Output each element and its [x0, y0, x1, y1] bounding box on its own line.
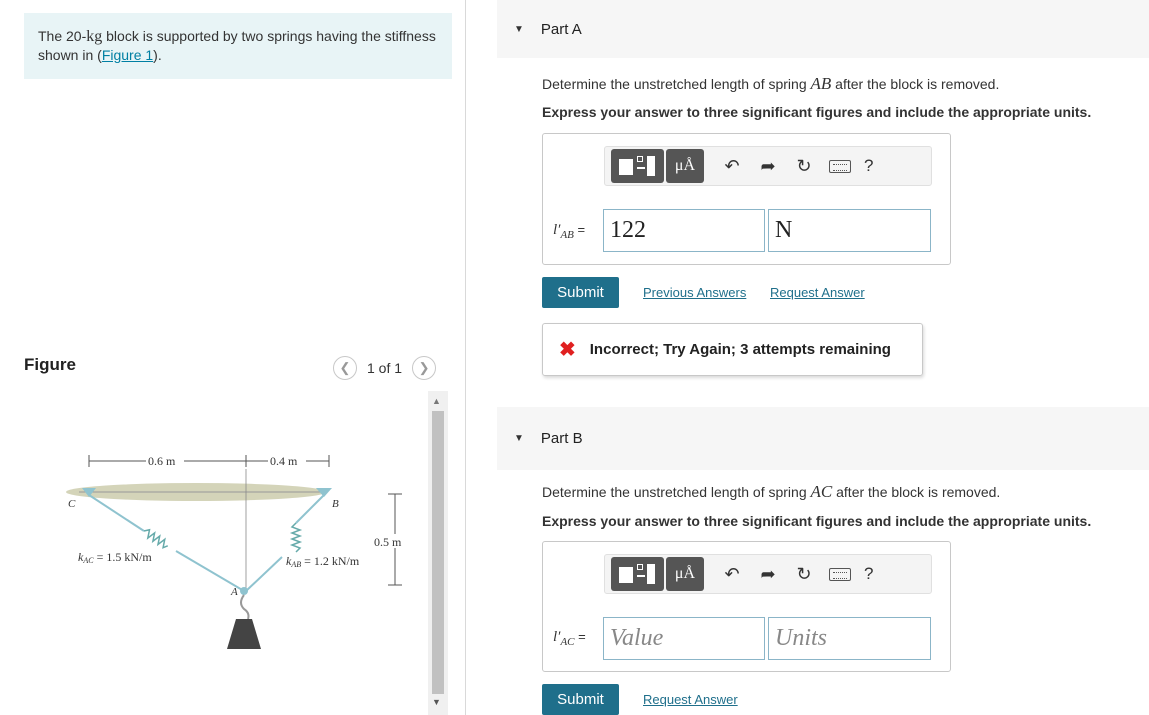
previous-answers-link[interactable]: Previous Answers [643, 285, 746, 300]
keyboard-icon[interactable] [829, 159, 851, 173]
feedback-message: ✖ Incorrect; Try Again; 3 attempts remai… [542, 323, 923, 376]
panel-divider [465, 0, 466, 715]
dim-right-label: 0.4 m [270, 454, 298, 468]
point-c-label: C [68, 498, 76, 510]
part-b-units-input[interactable]: Units [768, 617, 931, 660]
help-icon[interactable]: ? [864, 156, 873, 176]
math-toolbar-b: μÅ ↶ ➦ ↻ ? [604, 554, 932, 594]
part-b-title: Part B [540, 430, 583, 447]
part-a-answer-box: μÅ ↶ ➦ ↻ ? l′AB = 122 N [542, 133, 951, 265]
problem-statement: The 20-kg block is supported by two spri… [24, 13, 452, 79]
undo-icon[interactable]: ↶ [714, 564, 750, 585]
point-a-label: A [230, 586, 238, 598]
part-a-instruction: Express your answer to three significant… [542, 104, 1092, 120]
units-symbol-button[interactable]: μÅ [666, 557, 704, 591]
templates-icon[interactable] [611, 149, 664, 183]
figure-heading: Figure [24, 355, 76, 374]
question-var-b: AC [810, 482, 833, 501]
figure-pager: ❮ 1 of 1 ❯ [333, 356, 437, 380]
part-b-instruction: Express your answer to three significant… [542, 513, 1092, 529]
collapse-triangle-icon-b[interactable]: ▼ [514, 433, 524, 444]
k-ab-label: kAB = 1.2 kN/m [286, 554, 360, 569]
chevron-right-icon[interactable]: ❯ [412, 356, 437, 380]
part-b-question: Determine the unstretched length of spri… [542, 482, 1000, 502]
math-toolbar: μÅ ↶ ➦ ↻ ? [604, 146, 932, 186]
part-b-value-input[interactable]: Value [603, 617, 765, 660]
part-b-variable-label: l′AC = [553, 629, 586, 648]
problem-text-close: ). [153, 47, 162, 63]
question-text: Determine the unstretched length of spri… [542, 76, 811, 92]
dim-left-label: 0.6 m [148, 454, 176, 468]
figure-link[interactable]: Figure 1 [102, 47, 153, 63]
part-a-header[interactable]: ▼ Part A [497, 0, 1149, 58]
undo-icon[interactable]: ↶ [714, 156, 750, 177]
dim-height-label: 0.5 m [374, 535, 402, 549]
chevron-left-icon[interactable]: ❮ [333, 356, 357, 380]
keyboard-icon[interactable] [829, 567, 851, 581]
part-a-question: Determine the unstretched length of spri… [542, 74, 999, 94]
help-icon[interactable]: ? [864, 564, 873, 584]
collapse-triangle-icon[interactable]: ▼ [514, 24, 524, 35]
part-a-units-input[interactable]: N [768, 209, 931, 252]
problem-text: The 20- [38, 28, 87, 44]
point-b-label: B [332, 498, 339, 510]
reset-icon[interactable]: ↻ [786, 156, 822, 177]
redo-icon[interactable]: ➦ [750, 156, 786, 177]
question-text-end: after the block is removed. [831, 76, 1000, 92]
templates-icon[interactable] [611, 557, 664, 591]
scrollbar-thumb[interactable] [432, 411, 444, 694]
part-b-submit-button[interactable]: Submit [542, 684, 619, 715]
figure-image: 0.6 m 0.4 m 0.5 m C B A kAC = 1.5 kN/m k… [24, 391, 452, 715]
mass-unit: kg [86, 28, 103, 45]
part-a-request-answer-link[interactable]: Request Answer [770, 285, 865, 300]
part-b-request-answer-link[interactable]: Request Answer [643, 692, 738, 707]
question-text-end-b: after the block is removed. [832, 484, 1001, 500]
scroll-down-icon[interactable]: ▼ [432, 697, 441, 707]
error-x-icon: ✖ [559, 339, 576, 361]
redo-icon[interactable]: ➦ [750, 564, 786, 585]
scroll-up-icon[interactable]: ▲ [432, 396, 441, 406]
spring-diagram: 0.6 m 0.4 m 0.5 m C B A kAC = 1.5 kN/m k… [66, 453, 408, 649]
k-ac-label: kAC = 1.5 kN/m [78, 550, 152, 565]
pager-text: 1 of 1 [367, 360, 403, 376]
part-a-value-input[interactable]: 122 [603, 209, 765, 252]
part-a-submit-button[interactable]: Submit [542, 277, 619, 308]
question-text-b: Determine the unstretched length of spri… [542, 484, 811, 500]
reset-icon[interactable]: ↻ [786, 564, 822, 585]
part-a-variable-label: l′AB = [553, 222, 586, 241]
units-symbol-button[interactable]: μÅ [666, 149, 704, 183]
part-b-header[interactable]: ▼ Part B [497, 407, 1149, 470]
feedback-text: Incorrect; Try Again; 3 attempts remaini… [589, 341, 891, 358]
part-a-title: Part A [540, 20, 582, 38]
part-b-answer-box: μÅ ↶ ➦ ↻ ? l′AC = Value Units [542, 541, 951, 672]
question-var: AB [810, 74, 832, 93]
